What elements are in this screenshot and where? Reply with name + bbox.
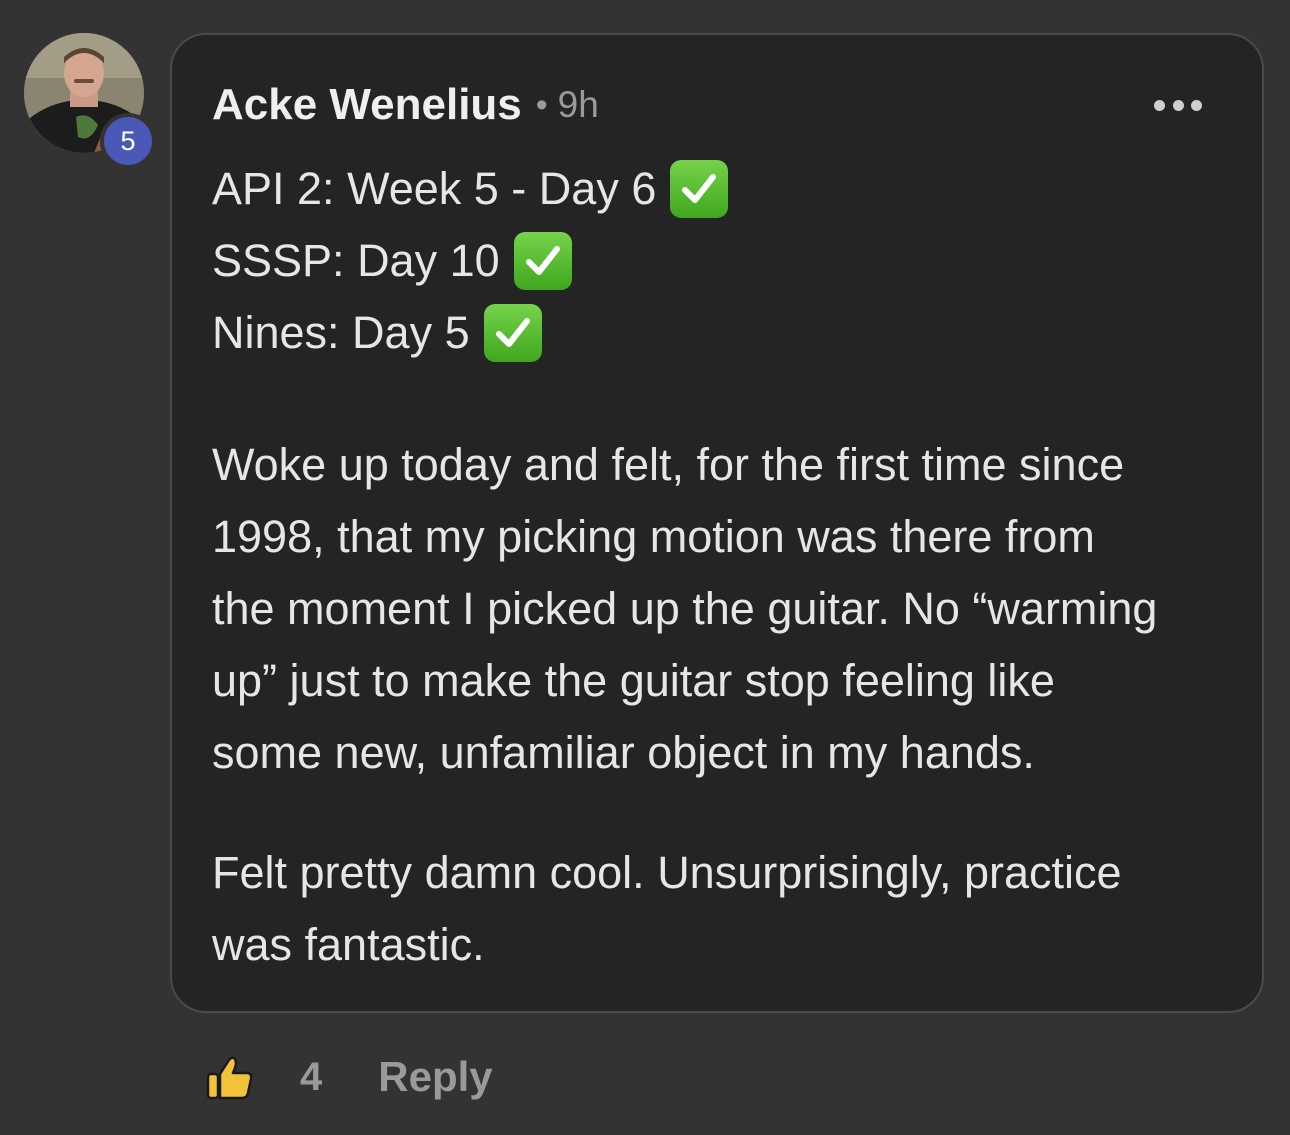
check-mark-button-icon bbox=[483, 304, 542, 362]
more-options-button[interactable] bbox=[1154, 91, 1202, 119]
comment-paragraph: Felt pretty damn cool. Unsurprisingly, p… bbox=[212, 837, 1242, 981]
more-horizontal-icon bbox=[1154, 99, 1165, 111]
paragraph-line: Woke up today and felt, for the first ti… bbox=[212, 439, 1125, 490]
comment-paragraph: Woke up today and felt, for the first ti… bbox=[212, 429, 1242, 789]
comment-header: Acke Wenelius • 9h bbox=[212, 77, 599, 133]
like-count: 4 bbox=[300, 1054, 323, 1099]
paragraph-line: the moment I picked up the guitar. No “w… bbox=[212, 583, 1158, 634]
progress-line: SSSP: Day 10 bbox=[212, 225, 1242, 297]
comment-actions: 4 Reply bbox=[204, 1047, 493, 1107]
comment-thread: 5 Acke Wenelius • 9h API 2: Week 5 - Day… bbox=[0, 0, 1290, 1135]
timestamp: 9h bbox=[557, 84, 599, 125]
reply-button[interactable]: Reply bbox=[378, 1053, 492, 1101]
separator-dot: • bbox=[535, 85, 548, 124]
comment-bubble: Acke Wenelius • 9h API 2: Week 5 - Day 6… bbox=[170, 33, 1264, 1013]
progress-text: Nines: Day 5 bbox=[212, 307, 470, 358]
level-badge: 5 bbox=[100, 113, 156, 169]
progress-line: Nines: Day 5 bbox=[212, 297, 1242, 369]
check-mark-button-icon bbox=[670, 160, 729, 218]
paragraph-line: Felt pretty damn cool. Unsurprisingly, p… bbox=[212, 847, 1122, 898]
thumbs-up-icon bbox=[206, 1056, 253, 1100]
like-button[interactable] bbox=[204, 1051, 256, 1103]
paragraph-line: up” just to make the guitar stop feeling… bbox=[212, 655, 1055, 706]
paragraph-line: 1998, that my picking motion was there f… bbox=[212, 511, 1095, 562]
paragraph-line: was fantastic. bbox=[212, 919, 485, 970]
check-mark-button-icon bbox=[513, 232, 572, 290]
progress-text: SSSP: Day 10 bbox=[212, 235, 500, 286]
progress-line: API 2: Week 5 - Day 6 bbox=[212, 153, 1242, 225]
progress-text: API 2: Week 5 - Day 6 bbox=[212, 163, 657, 214]
paragraph-line: some new, unfamiliar object in my hands. bbox=[212, 727, 1035, 778]
comment-body: API 2: Week 5 - Day 6 SSSP: Day 10 Nines… bbox=[212, 153, 1242, 981]
author-avatar[interactable]: 5 bbox=[24, 33, 156, 169]
author-name[interactable]: Acke Wenelius bbox=[212, 80, 522, 130]
